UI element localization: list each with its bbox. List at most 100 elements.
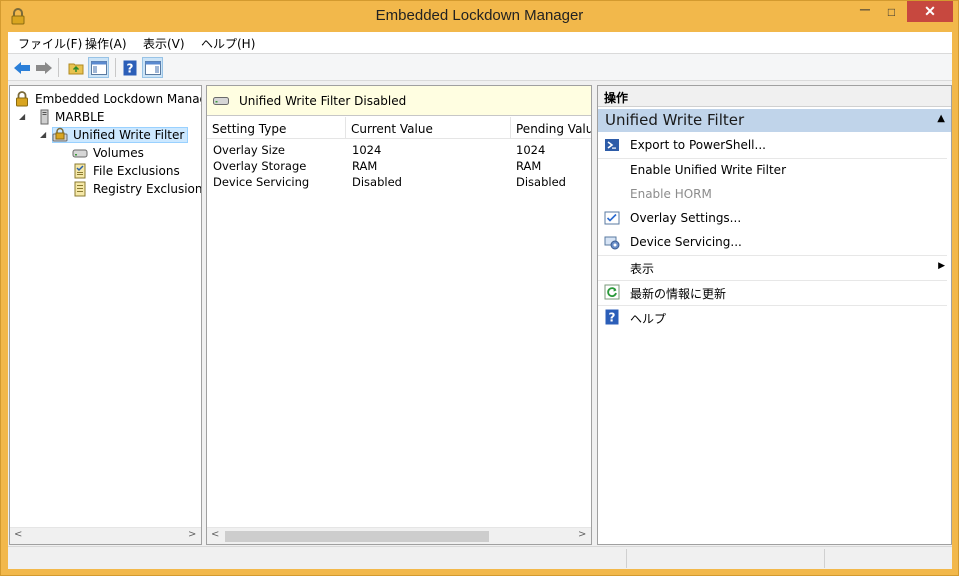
show-hide-console-tree-button[interactable] xyxy=(88,57,109,78)
close-button[interactable]: ✕ xyxy=(907,1,953,22)
action-label: 表示 xyxy=(630,262,655,276)
cell-setting-type: Overlay Storage xyxy=(213,159,307,173)
action-label: Enable HORM xyxy=(630,187,712,201)
show-hide-console-tree-icon xyxy=(90,60,107,75)
show-hide-action-pane-icon xyxy=(144,60,161,75)
tree-node-machine[interactable]: ◢ MARBLE xyxy=(10,108,201,126)
window-title: Embedded Lockdown Manager xyxy=(375,7,584,24)
cell-pending-value: RAM xyxy=(516,159,542,173)
tree-node-root[interactable]: Embedded Lockdown Manag xyxy=(10,90,201,108)
action-enable-horm: Enable HORM xyxy=(598,182,951,206)
scroll-right-icon[interactable]: > xyxy=(188,529,196,540)
toolbar-separator xyxy=(58,58,59,77)
actions-section-header[interactable]: Unified Write Filter ▲ xyxy=(598,109,951,132)
help-button[interactable]: ? xyxy=(119,57,140,78)
results-pane: Unified Write Filter Disabled Setting Ty… xyxy=(206,85,592,545)
action-label: Overlay Settings... xyxy=(630,211,742,225)
action-label: ヘルプ xyxy=(630,312,667,326)
console-tree-pane: Embedded Lockdown Manag ◢ MARBLE ◢ Unifi… xyxy=(9,85,202,545)
minimize-button[interactable]: ─ xyxy=(852,1,878,22)
drive-icon xyxy=(213,97,229,105)
show-hide-action-pane-button[interactable] xyxy=(142,57,163,78)
file-exclusions-icon xyxy=(74,163,86,179)
tree-node-file-exclusions[interactable]: File Exclusions xyxy=(10,162,201,180)
status-bar xyxy=(8,546,952,569)
scroll-left-icon[interactable]: < xyxy=(14,529,22,540)
action-overlay-settings[interactable]: Overlay Settings... xyxy=(598,206,951,230)
cell-pending-value: Disabled xyxy=(516,175,566,189)
submenu-arrow-icon: ▶ xyxy=(938,261,945,271)
client-area: ファイル(F) 操作(A) 表示(V) ヘルプ(H) ? Embedded Lo… xyxy=(8,32,952,569)
action-enable-unified-write-filter[interactable]: Enable Unified Write Filter xyxy=(598,158,951,182)
action-device-servicing[interactable]: Device Servicing... xyxy=(598,230,951,254)
actions-header: 操作 xyxy=(598,86,951,107)
menu-help[interactable]: ヘルプ(H) xyxy=(201,35,255,52)
menu-view[interactable]: 表示(V) xyxy=(143,35,185,52)
svg-text:?: ? xyxy=(126,61,133,75)
action-label: Export to PowerShell... xyxy=(630,138,766,152)
forward-arrow-icon xyxy=(35,61,52,74)
svg-text:?: ? xyxy=(609,311,616,325)
tree-node-label: Unified Write Filter xyxy=(52,127,189,143)
cell-current-value: RAM xyxy=(352,159,378,173)
horizontal-scrollbar[interactable]: < > xyxy=(207,527,591,544)
up-folder-icon xyxy=(68,63,83,75)
status-banner-text: Unified Write Filter Disabled xyxy=(239,94,407,108)
tree-node-label: Volumes xyxy=(93,146,144,160)
refresh-icon xyxy=(604,284,620,300)
tree-node-volumes[interactable]: Volumes xyxy=(10,144,201,162)
scroll-left-icon[interactable]: < xyxy=(211,529,219,540)
drive-lock-icon xyxy=(52,127,68,142)
horizontal-scrollbar[interactable]: < > xyxy=(10,527,201,544)
back-button[interactable] xyxy=(11,57,32,78)
column-header-pending-value[interactable]: Pending Value xyxy=(511,117,591,139)
status-separator xyxy=(824,549,825,568)
tree-node-label: File Exclusions xyxy=(93,164,180,178)
action-label: 最新の情報に更新 xyxy=(630,287,727,301)
action-export-to-powershell[interactable]: Export to PowerShell... xyxy=(598,133,951,157)
tree-node-unified-write-filter[interactable]: ◢ Unified Write Filter xyxy=(10,126,201,144)
help-icon: ? xyxy=(123,60,136,75)
actions-header-title: 操作 xyxy=(604,91,629,105)
tree-node-registry-exclusions[interactable]: Registry Exclusions xyxy=(10,180,202,198)
help-icon: ? xyxy=(605,309,619,325)
forward-button[interactable] xyxy=(33,57,54,78)
computer-icon xyxy=(40,109,49,125)
action-label: Device Servicing... xyxy=(630,235,742,249)
column-header-current-value[interactable]: Current Value xyxy=(346,117,511,139)
expand-arrow-icon[interactable]: ◢ xyxy=(40,130,46,139)
menu-bar: ファイル(F) 操作(A) 表示(V) ヘルプ(H) xyxy=(8,32,952,54)
menu-file[interactable]: ファイル(F) xyxy=(18,35,82,52)
action-label: Enable Unified Write Filter xyxy=(630,163,786,177)
cell-pending-value: 1024 xyxy=(516,143,546,157)
action-refresh[interactable]: 最新の情報に更新 xyxy=(598,280,951,304)
cell-current-value: 1024 xyxy=(352,143,382,157)
toolbar: ? xyxy=(8,54,952,81)
expand-arrow-icon[interactable]: ◢ xyxy=(19,112,25,121)
powershell-icon xyxy=(605,139,619,151)
toolbar-separator xyxy=(115,58,116,77)
maximize-button[interactable]: □ xyxy=(878,1,905,22)
cell-current-value: Disabled xyxy=(352,175,402,189)
actions-pane: 操作 Unified Write Filter ▲ Export to Powe… xyxy=(597,85,952,545)
scroll-right-icon[interactable]: > xyxy=(578,529,586,540)
application-window: Embedded Lockdown Manager ─ □ ✕ ファイル(F) … xyxy=(0,0,959,576)
menu-action[interactable]: 操作(A) xyxy=(85,35,127,52)
scroll-thumb[interactable] xyxy=(225,531,489,542)
overlay-settings-icon xyxy=(604,211,620,225)
back-arrow-icon xyxy=(13,61,30,74)
tree-node-label: MARBLE xyxy=(55,110,105,124)
actions-section-title: Unified Write Filter xyxy=(605,111,745,129)
cell-setting-type: Device Servicing xyxy=(213,175,310,189)
up-one-level-button[interactable] xyxy=(65,57,86,78)
tree-node-label: Registry Exclusions xyxy=(93,182,202,196)
drive-icon xyxy=(72,149,88,158)
device-servicing-icon xyxy=(604,236,620,250)
title-bar: Embedded Lockdown Manager ─ □ ✕ xyxy=(1,1,958,32)
action-help[interactable]: ? ヘルプ xyxy=(598,305,951,329)
lock-icon xyxy=(16,91,28,107)
registry-exclusions-icon xyxy=(74,181,86,197)
action-view-submenu[interactable]: 表示 ▶ xyxy=(598,255,951,279)
collapse-icon[interactable]: ▲ xyxy=(937,113,945,124)
column-header-setting-type[interactable]: Setting Type xyxy=(207,117,346,139)
